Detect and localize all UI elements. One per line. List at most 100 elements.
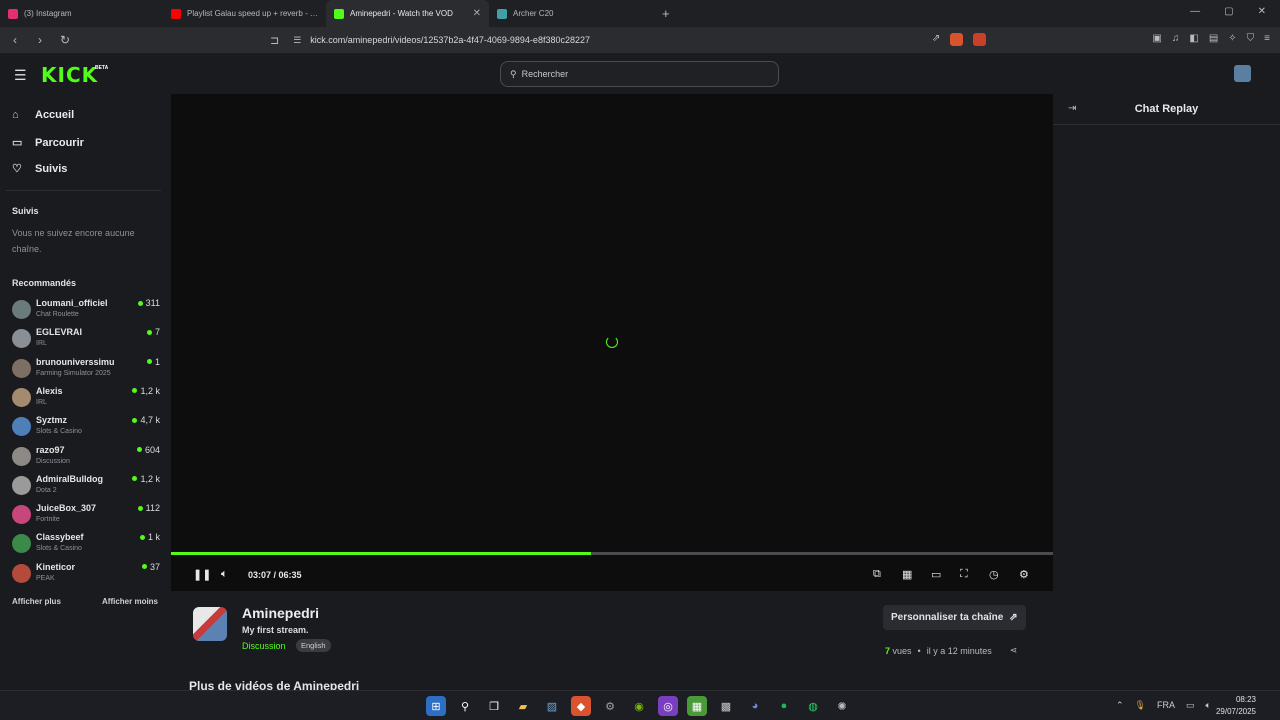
volume-icon[interactable]: 🔈︎ <box>221 568 228 581</box>
photos-icon[interactable]: ▨ <box>542 696 562 716</box>
url-field[interactable]: kick.com/aminepedri/videos/12537b2a-4f47… <box>310 35 590 45</box>
chevron-up-icon[interactable]: ⌃ <box>1116 700 1124 711</box>
show-less-link[interactable]: Afficher moins <box>102 597 158 606</box>
channel-avatar[interactable] <box>193 607 227 641</box>
search-icon[interactable]: ⚲ <box>455 696 475 716</box>
menu-icon[interactable]: ≡ <box>1264 33 1270 44</box>
spotify-icon[interactable]: ● <box>774 696 794 716</box>
recommended-channel-row[interactable]: Syztmz Slots & Casino 4,7 k <box>12 414 160 440</box>
browser-tab-youtube[interactable]: Playlist Galau speed up + reverb - Yo <box>163 0 326 27</box>
recommended-channel-row[interactable]: EGLEVRAI IRL 7 <box>12 326 160 352</box>
chatgpt-icon[interactable]: ✺ <box>832 696 852 716</box>
sidebar: ⌂ Accueil ▭ Parcourir ♡ Suivis Suivis Vo… <box>0 94 171 690</box>
kick-logo[interactable]: KICK <box>41 63 98 87</box>
close-window-icon[interactable]: ✕ <box>1258 6 1266 17</box>
language-indicator[interactable]: FRA <box>1157 700 1175 711</box>
sidebar-item-browse[interactable]: ▭ Parcourir <box>12 136 84 150</box>
sidebar-item-following[interactable]: ♡ Suivis <box>12 162 67 176</box>
customize-channel-button[interactable]: Personnaliser ta chaîne ⇗ <box>883 605 1026 630</box>
viewer-count: 4,7 k <box>132 415 160 425</box>
button-label: Personnaliser ta chaîne <box>891 612 1004 623</box>
user-avatar[interactable] <box>1234 65 1251 82</box>
reload-icon[interactable]: ↻ <box>55 33 75 47</box>
recommended-channel-row[interactable]: brunouniverssimu Farming Simulator 2025 1 <box>12 356 160 382</box>
progress-bar[interactable] <box>171 552 1053 555</box>
address-bar: ‹ › ↻ ⊐ ☰ kick.com/aminepedri/videos/125… <box>0 27 1280 54</box>
brave-shield-icon[interactable] <box>950 33 964 46</box>
site-settings-icon[interactable]: ☰ <box>293 35 301 46</box>
bookmark-icon[interactable]: ⊐ <box>270 34 279 47</box>
recommended-channel-row[interactable]: razo97 Discussion 604 <box>12 444 160 470</box>
search-input[interactable]: ⚲ Rechercher <box>500 61 779 87</box>
recommended-channel-row[interactable]: AdmiralBulldog Dota 2 1,2 k <box>12 473 160 499</box>
hamburger-menu-icon[interactable]: ☰ <box>14 67 27 84</box>
whatsapp-icon[interactable]: ◍ <box>803 696 823 716</box>
nvidia-icon[interactable]: ◉ <box>629 696 649 716</box>
viewer-count-value: 112 <box>145 503 160 514</box>
browser-tab-archer[interactable]: Archer C20 <box>489 0 652 27</box>
file-explorer-icon[interactable]: ▰ <box>513 696 533 716</box>
settings-icon[interactable]: ⚙ <box>600 696 620 716</box>
settings-gear-icon[interactable]: ⚙ <box>1019 568 1029 581</box>
wallet-icon[interactable]: ▤ <box>1209 33 1218 44</box>
channel-category: IRL <box>36 398 47 406</box>
leo-icon[interactable]: ✧ <box>1228 33 1236 44</box>
vpn-icon[interactable]: ⛉ <box>1247 33 1255 44</box>
minecraft-icon[interactable]: ▦ <box>687 696 707 716</box>
loading-spinner-icon <box>606 336 618 348</box>
speaker-icon[interactable]: 🔈︎ <box>1206 700 1211 711</box>
channel-category: Farming Simulator 2025 <box>36 369 111 377</box>
maximize-icon[interactable]: ▢ <box>1224 6 1233 17</box>
instagram-app-icon[interactable]: ◎ <box>658 696 678 716</box>
show-more-link[interactable]: Afficher plus <box>12 597 61 606</box>
clip-icon[interactable]: ▦ <box>902 568 912 581</box>
pause-icon[interactable]: ❚❚ <box>193 568 211 581</box>
network-icon[interactable]: ▭ <box>1186 700 1195 711</box>
theater-mode-icon[interactable]: ▭ <box>931 568 941 581</box>
recommended-channel-row[interactable]: JuiceBox_307 Fortnite 112 <box>12 502 160 528</box>
microphone-icon[interactable]: 🎙︎ <box>1135 700 1146 711</box>
new-tab-button[interactable]: + <box>662 6 670 21</box>
clock[interactable]: 08:23 29/07/2025 <box>1216 694 1256 718</box>
browser-tab-instagram[interactable]: (3) Instagram <box>0 0 163 27</box>
video-player[interactable]: ❚❚ 🔈︎ 03:07 / 06:35 ⧉ ▦ ▭ ⛶ ◷ ⚙ <box>171 94 1053 591</box>
task-view-icon[interactable]: ❐ <box>484 696 504 716</box>
reader-icon[interactable]: ▣ <box>1152 33 1161 44</box>
recommended-channel-row[interactable]: Kineticor PEAK 37 <box>12 561 160 587</box>
channel-avatar <box>12 475 31 495</box>
time-display: 03:07 / 06:35 <box>248 570 302 580</box>
fullscreen-icon[interactable]: ⛶ <box>960 568 968 581</box>
app-icon[interactable]: ▩ <box>716 696 736 716</box>
recommended-channel-row[interactable]: Loumani_officiel Chat Roulette 311 <box>12 297 160 323</box>
music-icon[interactable]: ♫ <box>1172 33 1180 44</box>
sidebar-icon[interactable]: ◧ <box>1189 33 1198 44</box>
playback-speed-icon[interactable]: ◷ <box>989 568 999 581</box>
miniplayer-icon[interactable]: ⧉ <box>873 568 881 581</box>
minimize-icon[interactable]: — <box>1190 6 1200 17</box>
system-tray: ⌃ 🎙︎ FRA ▭ 🔈︎ <box>1116 700 1211 711</box>
channel-name[interactable]: Aminepedri <box>242 605 319 621</box>
live-dot-icon <box>132 476 138 482</box>
browser-tab-kick[interactable]: Aminepedri - Watch the VOD ✕ <box>326 0 489 27</box>
viewer-count-value: 37 <box>149 561 160 572</box>
share-icon[interactable]: ⇗ <box>932 33 940 46</box>
language-badge: English <box>296 639 331 652</box>
viewer-count-value: 7 <box>154 327 160 338</box>
viewer-count: 1,2 k <box>132 386 160 396</box>
live-dot-icon <box>139 534 145 540</box>
recommended-channel-row[interactable]: Classybeef Slots & Casino 1 k <box>12 531 160 557</box>
recommended-channel-row[interactable]: Alexis IRL 1,2 k <box>12 385 160 411</box>
category-link[interactable]: Discussion <box>242 641 286 651</box>
close-tab-icon[interactable]: ✕ <box>473 8 481 19</box>
share-icon[interactable]: ⋖ <box>1010 645 1018 656</box>
windows-start-icon[interactable]: ⊞ <box>426 696 446 716</box>
back-icon[interactable]: ‹ <box>5 33 25 47</box>
external-link-icon: ⇗ <box>1009 612 1018 623</box>
brave-rewards-icon[interactable] <box>973 33 987 46</box>
discord-icon[interactable]: ◕ <box>745 696 765 716</box>
divider <box>6 190 161 191</box>
forward-icon[interactable]: › <box>30 33 50 47</box>
separator-dot: • <box>917 645 921 656</box>
brave-browser-icon[interactable]: ◆ <box>571 696 591 716</box>
sidebar-item-home[interactable]: ⌂ Accueil <box>12 109 74 121</box>
